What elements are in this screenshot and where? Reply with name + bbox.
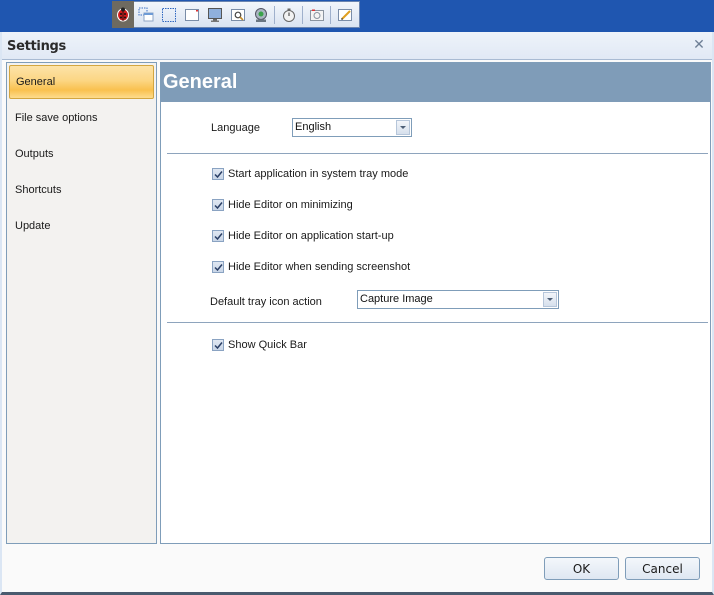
capture-multiple-windows-icon[interactable] — [135, 4, 157, 26]
webcam-icon[interactable] — [250, 4, 272, 26]
sidebar-item-label: Shortcuts — [15, 184, 62, 196]
checkmark-icon — [213, 232, 223, 240]
sidebar-item-shortcuts[interactable]: Shortcuts — [9, 173, 154, 207]
checkbox[interactable] — [212, 168, 224, 180]
sidebar-item-label: File save options — [15, 112, 98, 124]
sidebar-item-general[interactable]: General — [9, 65, 154, 99]
timer-icon[interactable] — [278, 4, 300, 26]
checkmark-icon — [213, 201, 223, 209]
ladybug-logo-icon[interactable] — [112, 0, 134, 28]
option-label: Show Quick Bar — [228, 339, 307, 351]
settings-panel: General Language English Start applicati… — [160, 62, 711, 544]
settings-dialog: Settings ✕ General File save options Out… — [0, 32, 714, 595]
tray-action-value: Capture Image — [360, 293, 433, 305]
tray-action-select[interactable]: Capture Image — [357, 290, 559, 309]
checkmark-icon — [213, 263, 223, 271]
checkbox[interactable] — [212, 261, 224, 273]
option-label: Hide Editor when sending screenshot — [228, 261, 411, 273]
toolbar-separator — [302, 5, 303, 24]
panel-header: General — [161, 63, 710, 102]
toolbar-separator — [274, 5, 275, 24]
chevron-down-icon[interactable] — [396, 120, 410, 135]
capture-magnifier-icon[interactable] — [227, 4, 249, 26]
settings-sidebar: General File save options Outputs Shortc… — [6, 62, 157, 544]
language-value: English — [295, 121, 332, 133]
quick-bar — [112, 0, 360, 28]
dialog-title: Settings — [7, 39, 66, 54]
divider — [167, 322, 708, 323]
cancel-button[interactable]: Cancel — [625, 557, 700, 580]
sidebar-item-outputs[interactable]: Outputs — [9, 137, 154, 171]
capture-window-icon[interactable] — [181, 4, 203, 26]
camera-icon[interactable] — [306, 4, 328, 26]
toolbar-separator — [330, 5, 331, 24]
option-label: Start application in system tray mode — [228, 168, 409, 180]
option-show-quick-bar[interactable]: Show Quick Bar — [212, 339, 307, 351]
option-label: Hide Editor on minimizing — [228, 199, 353, 211]
option-hide-on-startup[interactable]: Hide Editor on application start-up — [212, 230, 394, 242]
editor-icon[interactable] — [334, 4, 356, 26]
capture-region-icon[interactable] — [158, 4, 180, 26]
checkbox[interactable] — [212, 339, 224, 351]
chevron-down-icon[interactable] — [543, 292, 557, 307]
panel-title: General — [163, 71, 238, 93]
sidebar-item-label: General — [16, 76, 56, 88]
tray-action-label: Default tray icon action — [210, 296, 322, 308]
checkmark-icon — [213, 170, 223, 178]
language-select[interactable]: English — [292, 118, 412, 137]
sidebar-item-file-save-options[interactable]: File save options — [9, 101, 154, 135]
option-start-in-tray[interactable]: Start application in system tray mode — [212, 168, 408, 180]
sidebar-item-label: Outputs — [15, 148, 54, 160]
capture-screen-icon[interactable] — [204, 4, 226, 26]
title-bar: Settings ✕ — [2, 32, 712, 60]
sidebar-item-update[interactable]: Update — [9, 209, 154, 243]
checkbox[interactable] — [212, 199, 224, 211]
sidebar-item-label: Update — [15, 220, 51, 232]
divider — [167, 153, 708, 154]
option-hide-on-minimize[interactable]: Hide Editor on minimizing — [212, 199, 353, 211]
close-icon[interactable]: ✕ — [692, 37, 706, 51]
option-hide-when-sending[interactable]: Hide Editor when sending screenshot — [212, 261, 410, 273]
ok-button[interactable]: OK — [544, 557, 619, 580]
checkbox[interactable] — [212, 230, 224, 242]
language-label: Language — [211, 122, 260, 134]
checkmark-icon — [213, 341, 223, 349]
option-label: Hide Editor on application start-up — [228, 230, 394, 242]
